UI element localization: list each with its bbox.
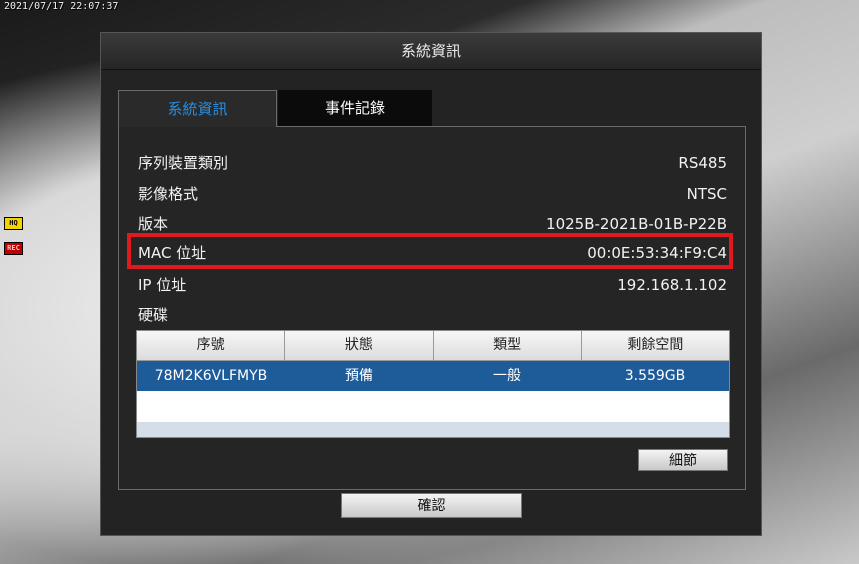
cell-free-space: 3.559GB <box>624 368 686 384</box>
col-serial[interactable]: 序號 <box>137 331 286 360</box>
mac-label: MAC 位址 <box>138 244 207 262</box>
confirm-button[interactable]: 確認 <box>341 493 522 518</box>
info-row-ip: IP 位址 192.168.1.102 <box>138 273 727 297</box>
serial-device-value: RS485 <box>678 154 727 172</box>
info-row-mac: MAC 位址 00:0E:53:34:F9:C4 <box>138 241 727 265</box>
video-format-value: NTSC <box>686 185 727 203</box>
serial-device-label: 序列裝置類別 <box>138 154 229 172</box>
hdd-table-header: 序號 狀態 類型 剩餘空間 <box>137 331 729 361</box>
hdd-label: 硬碟 <box>138 306 169 324</box>
video-format-label: 影像格式 <box>138 185 199 203</box>
mac-value: 00:0E:53:34:F9:C4 <box>587 244 727 262</box>
table-row[interactable]: 78M2K6VLFMYB 預備 一般 3.559GB <box>137 361 729 391</box>
col-status[interactable]: 狀態 <box>285 331 434 360</box>
system-info-dialog: 系統資訊 系統資訊 事件記錄 序列裝置類別 RS485 影像格式 NTSC 版本… <box>100 32 762 536</box>
cell-serial: 78M2K6VLFMYB <box>154 368 268 384</box>
osd-timestamp: 2021/07/17 22:07:37 <box>4 1 119 12</box>
info-row-video-format: 影像格式 NTSC <box>138 182 727 206</box>
table-footer-bar <box>137 422 729 437</box>
ip-value: 192.168.1.102 <box>617 276 727 294</box>
info-row-serial-device: 序列裝置類別 RS485 <box>138 151 727 175</box>
system-info-panel: 序列裝置類別 RS485 影像格式 NTSC 版本 1025B-2021B-01… <box>118 126 746 490</box>
dialog-title: 系統資訊 <box>101 33 761 70</box>
tab-system-info[interactable]: 系統資訊 <box>118 90 277 127</box>
detail-button[interactable]: 細節 <box>638 449 728 471</box>
col-type[interactable]: 類型 <box>434 331 582 360</box>
hdd-table: 序號 狀態 類型 剩餘空間 78M2K6VLFMYB 預備 一般 3.559GB <box>136 330 730 438</box>
ip-label: IP 位址 <box>138 276 187 294</box>
col-free-space[interactable]: 剩餘空間 <box>582 331 729 360</box>
rec-badge: REC <box>4 242 23 255</box>
hq-badge: HQ <box>4 217 23 230</box>
cell-type: 一般 <box>493 368 521 384</box>
cell-status: 預備 <box>345 368 373 384</box>
tab-event-log[interactable]: 事件記錄 <box>278 90 432 126</box>
info-row-hdd: 硬碟 <box>138 303 727 327</box>
